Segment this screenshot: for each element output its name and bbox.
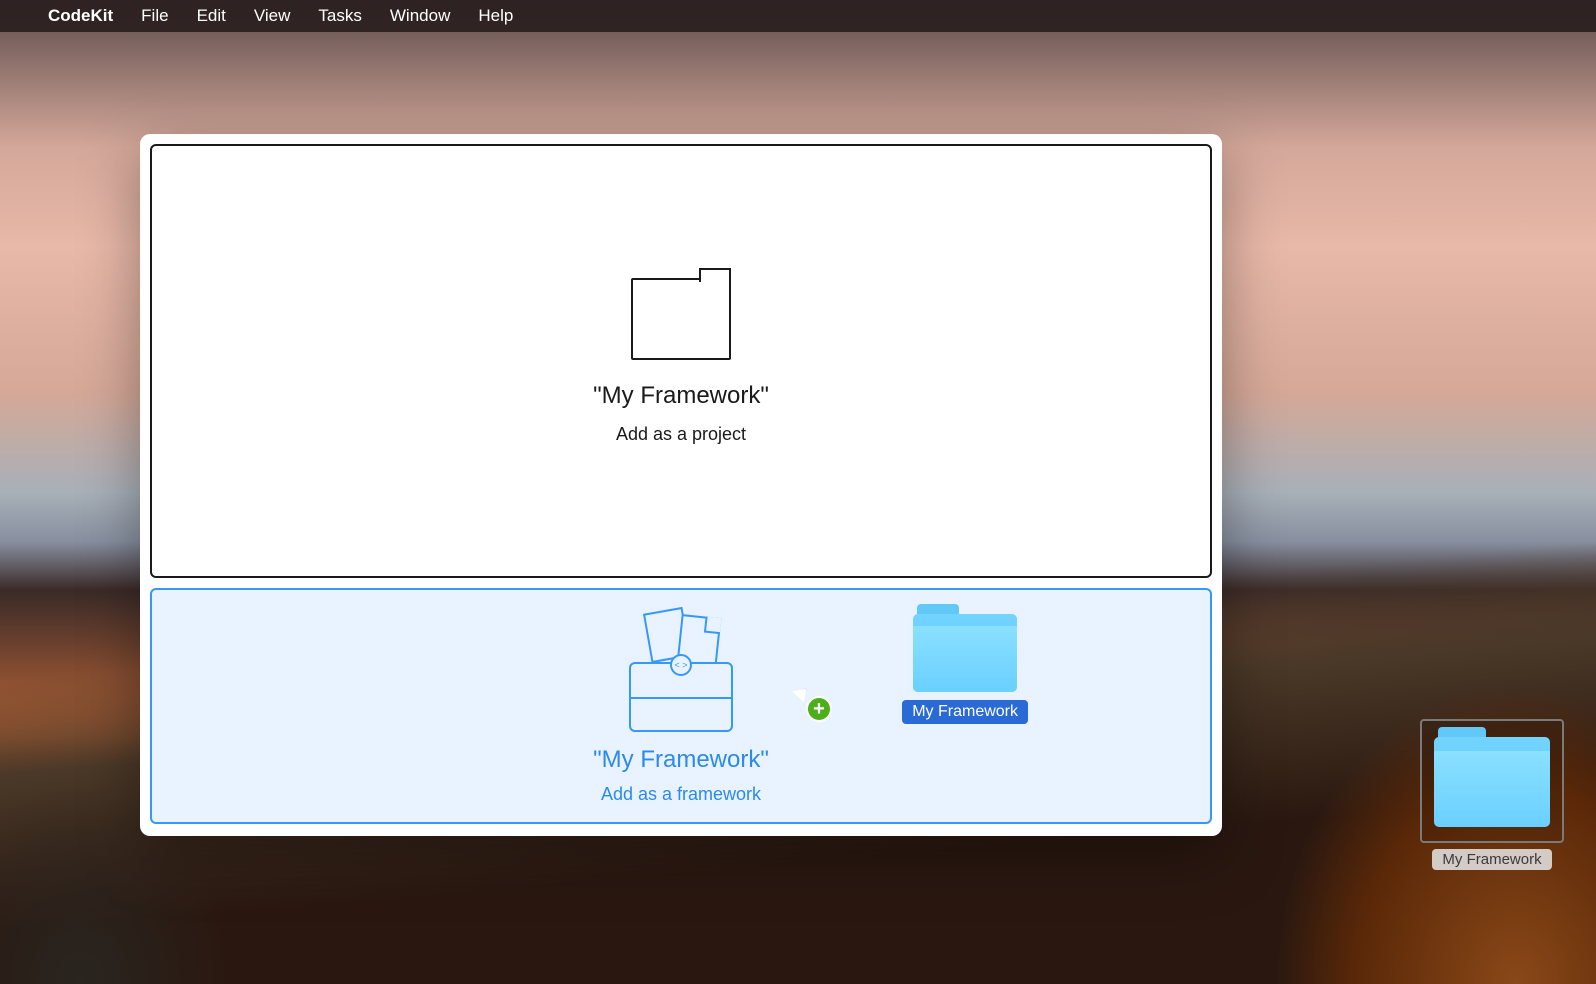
menubar-app-name[interactable]: CodeKit — [48, 6, 113, 26]
desktop-folder-item[interactable]: My Framework — [1420, 719, 1564, 870]
codekit-window: "My Framework" Add as a project < > "My … — [140, 134, 1222, 836]
framework-dropzone-subtitle: Add as a framework — [601, 784, 761, 805]
folder-outline-icon — [631, 278, 731, 360]
plus-badge-icon: + — [806, 696, 832, 722]
menu-edit[interactable]: Edit — [197, 6, 226, 26]
menu-window[interactable]: Window — [390, 6, 450, 26]
dropzone-add-project[interactable]: "My Framework" Add as a project — [150, 144, 1212, 578]
mac-folder-icon — [913, 614, 1017, 692]
cursor-icon: + — [798, 686, 808, 698]
framework-dropzone-title: "My Framework" — [593, 746, 769, 774]
mac-folder-icon — [1434, 737, 1550, 825]
toolbox-icon: < > — [629, 608, 733, 732]
menubar: CodeKit File Edit View Tasks Window Help — [0, 0, 1596, 32]
menu-file[interactable]: File — [141, 6, 168, 26]
menu-view[interactable]: View — [254, 6, 291, 26]
menu-tasks[interactable]: Tasks — [318, 6, 361, 26]
dragged-folder-label: My Framework — [902, 700, 1028, 724]
project-dropzone-title: "My Framework" — [593, 382, 769, 410]
project-dropzone-subtitle: Add as a project — [616, 424, 746, 445]
dragged-folder[interactable]: My Framework + — [902, 614, 1028, 724]
dropzone-add-framework[interactable]: < > "My Framework" Add as a framework My… — [150, 588, 1212, 824]
code-brackets-icon: < > — [670, 654, 692, 676]
menu-help[interactable]: Help — [478, 6, 513, 26]
desktop-folder-label: My Framework — [1432, 849, 1551, 870]
